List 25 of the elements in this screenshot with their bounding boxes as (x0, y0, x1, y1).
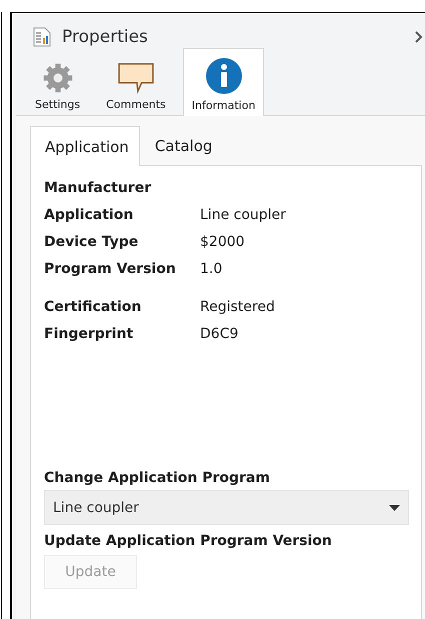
dropdown-arrow-icon (389, 504, 400, 510)
field-label: Fingerprint (44, 326, 134, 342)
field-value: D6C9 (200, 326, 240, 342)
icon-tab[interactable]: Settings (26, 57, 90, 115)
tab[interactable]: Application (30, 126, 140, 166)
panel-title: Properties (62, 27, 149, 47)
section-heading: Change Application Program (44, 470, 271, 486)
icon-tab[interactable]: Comments (97, 57, 175, 115)
field-label: Program Version (44, 261, 177, 277)
program-dropdown[interactable]: Line coupler (44, 490, 409, 525)
properties-icon (32, 27, 52, 47)
field-value: $2000 (200, 234, 246, 250)
field-value: Registered (200, 299, 276, 315)
field-label: Application (44, 207, 134, 223)
speech-bubble-icon (116, 62, 156, 94)
field-value: 1.0 (200, 261, 224, 277)
section-heading: Update Application Program Version (44, 533, 333, 549)
field-label: Manufacturer (44, 180, 152, 196)
info-icon (204, 57, 243, 95)
tab[interactable]: Catalog (140, 126, 224, 165)
field-label: Certification (44, 299, 142, 315)
field-value: Line coupler (200, 207, 287, 223)
field-label: Device Type (44, 234, 140, 250)
icon-tab[interactable]: Information (182, 48, 264, 116)
chevron-icon[interactable] (415, 31, 423, 43)
